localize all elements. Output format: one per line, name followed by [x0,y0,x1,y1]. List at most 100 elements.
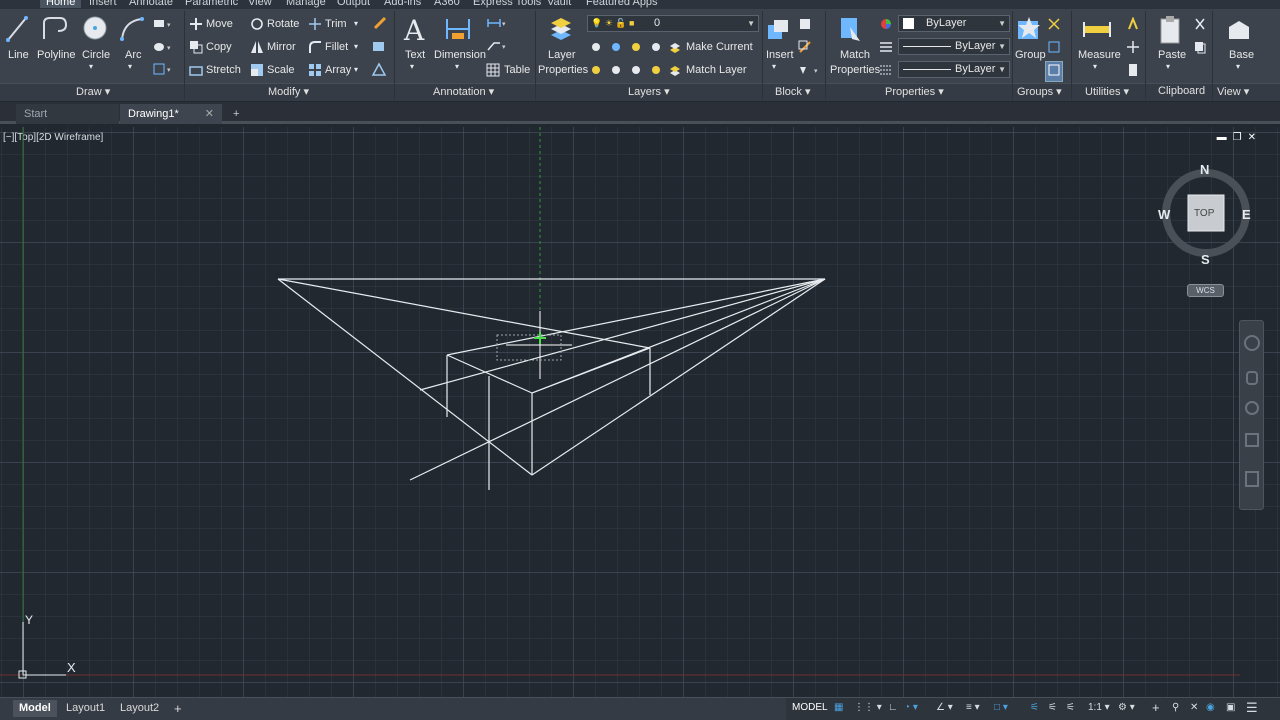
measure-dropdown-icon[interactable]: ▾ [1093,62,1097,71]
base-dropdown-icon[interactable]: ▾ [1236,62,1240,71]
copy-icon[interactable] [189,40,203,57]
boundary-icon[interactable]: ▾ [152,62,174,79]
trim-button[interactable]: Trim [325,18,347,30]
calculator-icon[interactable] [1126,63,1140,80]
viewcube-north[interactable]: N [1200,162,1209,177]
create-block-icon[interactable] [798,17,812,34]
rotate-icon[interactable] [250,17,264,34]
text-dropdown-icon[interactable]: ▾ [410,62,414,71]
tab-vault[interactable]: Vault [547,0,571,8]
layer-properties-icon[interactable] [548,15,574,46]
circle-dropdown-icon[interactable]: ▾ [89,62,93,71]
table-button[interactable]: Table [504,64,530,76]
array-dropdown-icon[interactable]: ▾ [354,65,358,74]
viewcube-west[interactable]: W [1158,207,1170,222]
viewcube-top-face[interactable]: TOP [1194,208,1214,219]
snap-icon[interactable]: ⋮⋮ ▾ [854,702,882,713]
group-edit-icon[interactable] [1047,40,1061,57]
make-current-icon[interactable] [668,40,682,57]
osnap-tracking-icon[interactable]: ∠ ▾ [936,702,953,713]
fillet-icon[interactable] [308,40,322,57]
steering-wheel-icon[interactable] [1244,335,1260,351]
viewcube-south[interactable]: S [1201,252,1210,267]
make-current-button[interactable]: Make Current [686,41,753,53]
polyline-button[interactable]: Polyline [37,49,76,61]
leader-icon[interactable]: ▾ [486,40,508,55]
match-layer-button[interactable]: Match Layer [686,64,747,76]
copy-button[interactable]: Copy [206,41,232,53]
tab-output[interactable]: Output [337,0,370,8]
paste-dropdown-icon[interactable]: ▾ [1166,62,1170,71]
stretch-button[interactable]: Stretch [206,64,241,76]
fillet-button[interactable]: Fillet [325,41,348,53]
ortho-icon[interactable]: ∟ [888,702,898,713]
model-space-button[interactable]: MODEL [792,702,828,713]
text-button[interactable]: Text [405,49,425,61]
tab-express-tools[interactable]: Express Tools [473,0,541,8]
insert-dropdown-icon[interactable]: ▾ [772,62,776,71]
cut-icon[interactable] [1193,17,1207,34]
scale-button[interactable]: Scale [267,64,295,76]
rectangle-icon[interactable]: ▾ [152,17,174,34]
isolate-icon[interactable]: ◉ [1206,702,1215,713]
linear-dim-icon[interactable]: ▾ [486,17,508,32]
dimension-icon[interactable] [444,15,472,46]
layer-properties-button-line2[interactable]: Properties [538,64,588,76]
tab-annotate[interactable]: Annotate [129,0,173,8]
match-layer-icon[interactable] [668,63,682,80]
fillet-dropdown-icon[interactable]: ▾ [354,42,358,51]
measure-icon[interactable] [1082,17,1112,46]
arc-icon[interactable] [118,15,146,46]
table-icon[interactable] [486,63,500,80]
arc-button[interactable]: Arc [125,49,142,61]
zoom-icon[interactable] [1245,401,1259,415]
block-group-title[interactable]: Block ▾ [775,85,810,98]
array-button[interactable]: Array [325,64,351,76]
view-group-title[interactable]: View ▾ [1217,85,1249,98]
insert-icon[interactable] [766,17,792,46]
layer-tools-icons-row1[interactable] [590,40,665,57]
tab-manage[interactable]: Manage [286,0,326,8]
id-point-icon[interactable] [1126,40,1140,57]
properties-group-title[interactable]: Properties ▾ [885,85,944,98]
tab-layout2[interactable]: Layout2 [114,700,165,717]
dimension-dropdown-icon[interactable]: ▾ [455,62,459,71]
add-status-icon[interactable]: + [1152,700,1160,715]
group-button[interactable]: Group [1015,49,1046,61]
clean-screen-icon[interactable]: ▣ [1226,702,1235,713]
stretch-icon[interactable] [189,63,203,80]
circle-icon[interactable] [82,15,108,46]
dimension-button[interactable]: Dimension [434,49,486,61]
block-attributes-icon[interactable]: ▾ [798,63,824,80]
tab-home[interactable]: Home [40,0,82,8]
drawing-canvas[interactable] [0,127,1280,697]
move-button[interactable]: Move [206,18,233,30]
insert-button[interactable]: Insert [766,49,794,61]
layer-dropdown[interactable]: 💡 ☀ 🔓 ■ 0 ▼ [587,15,759,32]
tab-start[interactable]: Start [16,104,119,124]
modify-group-title[interactable]: Modify ▾ [268,85,309,98]
annotation-group-title[interactable]: Annotation ▾ [433,85,494,98]
line-button[interactable]: Line [8,49,29,61]
text-icon[interactable]: A [402,14,426,48]
linetype-dropdown[interactable]: ByLayer ▼ [898,61,1010,78]
base-button[interactable]: Base [1229,49,1254,61]
hardware-accel-icon[interactable]: ✕ [1190,702,1198,713]
drawing-viewport[interactable]: [−][Top][2D Wireframe] ▬❐✕ Y X TOP N S E… [0,127,1280,697]
utilities-group-title[interactable]: Utilities ▾ [1085,85,1129,98]
mirror-icon[interactable] [250,40,264,57]
quick-select-icon[interactable] [1126,16,1140,34]
tab-insert[interactable]: Insert [89,0,117,8]
orbit-icon[interactable] [1245,433,1259,447]
tab-layout1[interactable]: Layout1 [60,700,111,717]
layer-properties-button[interactable]: Layer [548,49,576,61]
new-tab-icon[interactable]: + [228,104,248,124]
layer-tools-icons-row2[interactable] [590,63,665,80]
viewcube-east[interactable]: E [1242,207,1251,222]
add-layout-icon[interactable]: + [168,700,188,717]
close-tab-icon[interactable]: ✕ [205,104,214,124]
scale-value[interactable]: 1:1 ▾ [1088,702,1110,713]
lineweight-dropdown[interactable]: ByLayer ▼ [898,38,1010,55]
tab-view[interactable]: View [248,0,272,8]
scale-icon[interactable] [250,63,264,80]
